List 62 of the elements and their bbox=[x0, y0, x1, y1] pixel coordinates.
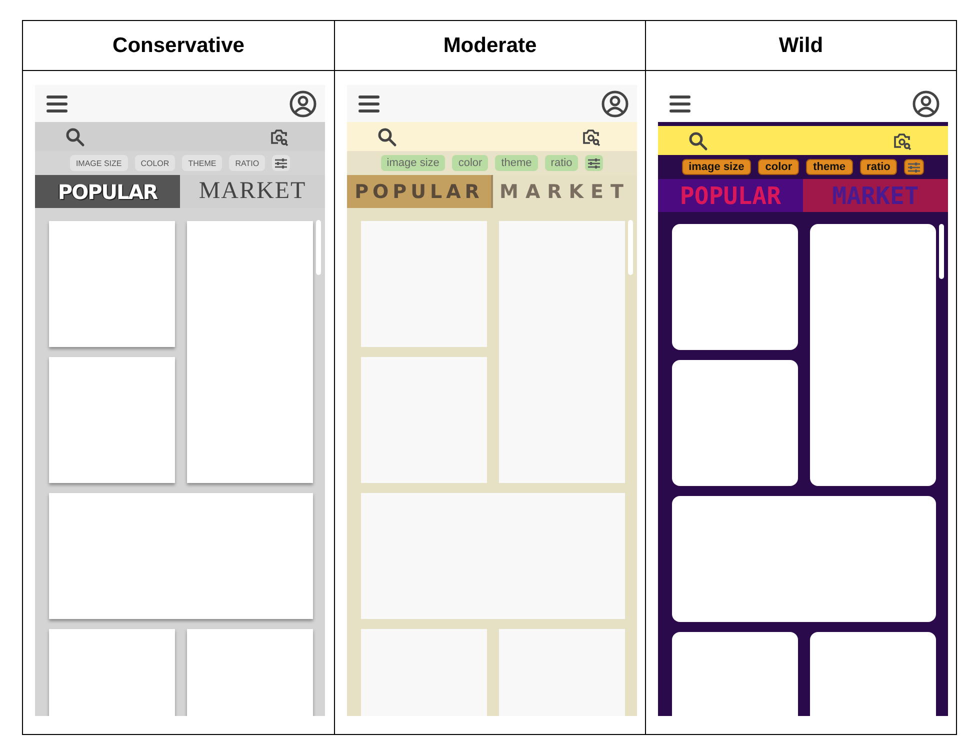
search-icon[interactable] bbox=[688, 130, 708, 150]
image-card[interactable] bbox=[499, 221, 625, 483]
filter-button[interactable] bbox=[904, 159, 924, 175]
image-card[interactable] bbox=[361, 357, 487, 483]
filter-chip[interactable]: THEME bbox=[182, 155, 222, 171]
brand-word: MARKET bbox=[493, 175, 637, 208]
image-card[interactable] bbox=[672, 496, 936, 622]
brand-word: MARKET bbox=[180, 175, 325, 208]
scrollbar[interactable] bbox=[939, 224, 944, 279]
scrollbar[interactable] bbox=[628, 220, 633, 275]
filter-chip[interactable]: ratio bbox=[860, 159, 898, 175]
image-card[interactable] bbox=[672, 224, 798, 350]
filter-chip[interactable]: RATIO bbox=[229, 155, 266, 171]
image-card[interactable] bbox=[49, 493, 313, 619]
search-icon[interactable] bbox=[65, 126, 85, 146]
filter-chip[interactable]: theme bbox=[806, 159, 853, 175]
scrollbar[interactable] bbox=[316, 220, 321, 275]
column-heading: Conservative bbox=[112, 34, 244, 58]
search-bar[interactable] bbox=[347, 122, 637, 151]
sliders-icon bbox=[275, 158, 288, 168]
search-bar[interactable] bbox=[658, 126, 948, 155]
brand-word: POPULAR bbox=[35, 175, 180, 208]
camera-search-icon[interactable] bbox=[892, 130, 912, 150]
user-icon[interactable] bbox=[289, 90, 317, 118]
user-icon[interactable] bbox=[601, 90, 629, 118]
filter-chip[interactable]: image size bbox=[682, 159, 752, 175]
image-card[interactable] bbox=[499, 629, 625, 716]
column-heading: Wild bbox=[778, 34, 824, 58]
image-card[interactable] bbox=[49, 629, 175, 716]
brand-word: MARKET bbox=[803, 179, 948, 212]
menu-icon[interactable] bbox=[668, 94, 692, 114]
image-card[interactable] bbox=[672, 360, 798, 486]
filter-button[interactable] bbox=[272, 155, 290, 171]
filter-chip[interactable]: color bbox=[758, 159, 800, 175]
filter-chip[interactable]: color bbox=[452, 155, 488, 171]
sliders-icon bbox=[588, 158, 600, 168]
image-card[interactable] bbox=[361, 221, 487, 347]
filter-chip[interactable]: ratio bbox=[544, 155, 578, 171]
image-card[interactable] bbox=[49, 221, 175, 347]
sliders-icon bbox=[908, 162, 920, 172]
camera-search-icon[interactable] bbox=[269, 126, 289, 146]
filter-chip[interactable]: image size bbox=[380, 155, 446, 171]
filter-chip[interactable]: theme bbox=[495, 155, 538, 171]
image-card[interactable] bbox=[361, 493, 625, 619]
search-icon[interactable] bbox=[377, 126, 397, 146]
camera-search-icon[interactable] bbox=[581, 126, 601, 146]
user-icon[interactable] bbox=[912, 90, 940, 118]
filter-chip[interactable]: IMAGE SIZE bbox=[70, 155, 128, 171]
image-card[interactable] bbox=[361, 629, 487, 716]
image-card[interactable] bbox=[187, 221, 313, 483]
image-card[interactable] bbox=[187, 629, 313, 716]
search-bar[interactable] bbox=[35, 122, 325, 151]
filter-chip[interactable]: COLOR bbox=[134, 155, 176, 171]
brand-word: POPULAR bbox=[658, 179, 803, 212]
menu-icon[interactable] bbox=[357, 94, 381, 114]
image-card[interactable] bbox=[672, 632, 798, 716]
column-heading: Moderate bbox=[443, 34, 537, 58]
brand-word: POPULAR bbox=[347, 175, 493, 208]
image-card[interactable] bbox=[810, 632, 936, 716]
menu-icon[interactable] bbox=[45, 94, 69, 114]
filter-button[interactable] bbox=[585, 155, 604, 171]
image-card[interactable] bbox=[49, 357, 175, 483]
